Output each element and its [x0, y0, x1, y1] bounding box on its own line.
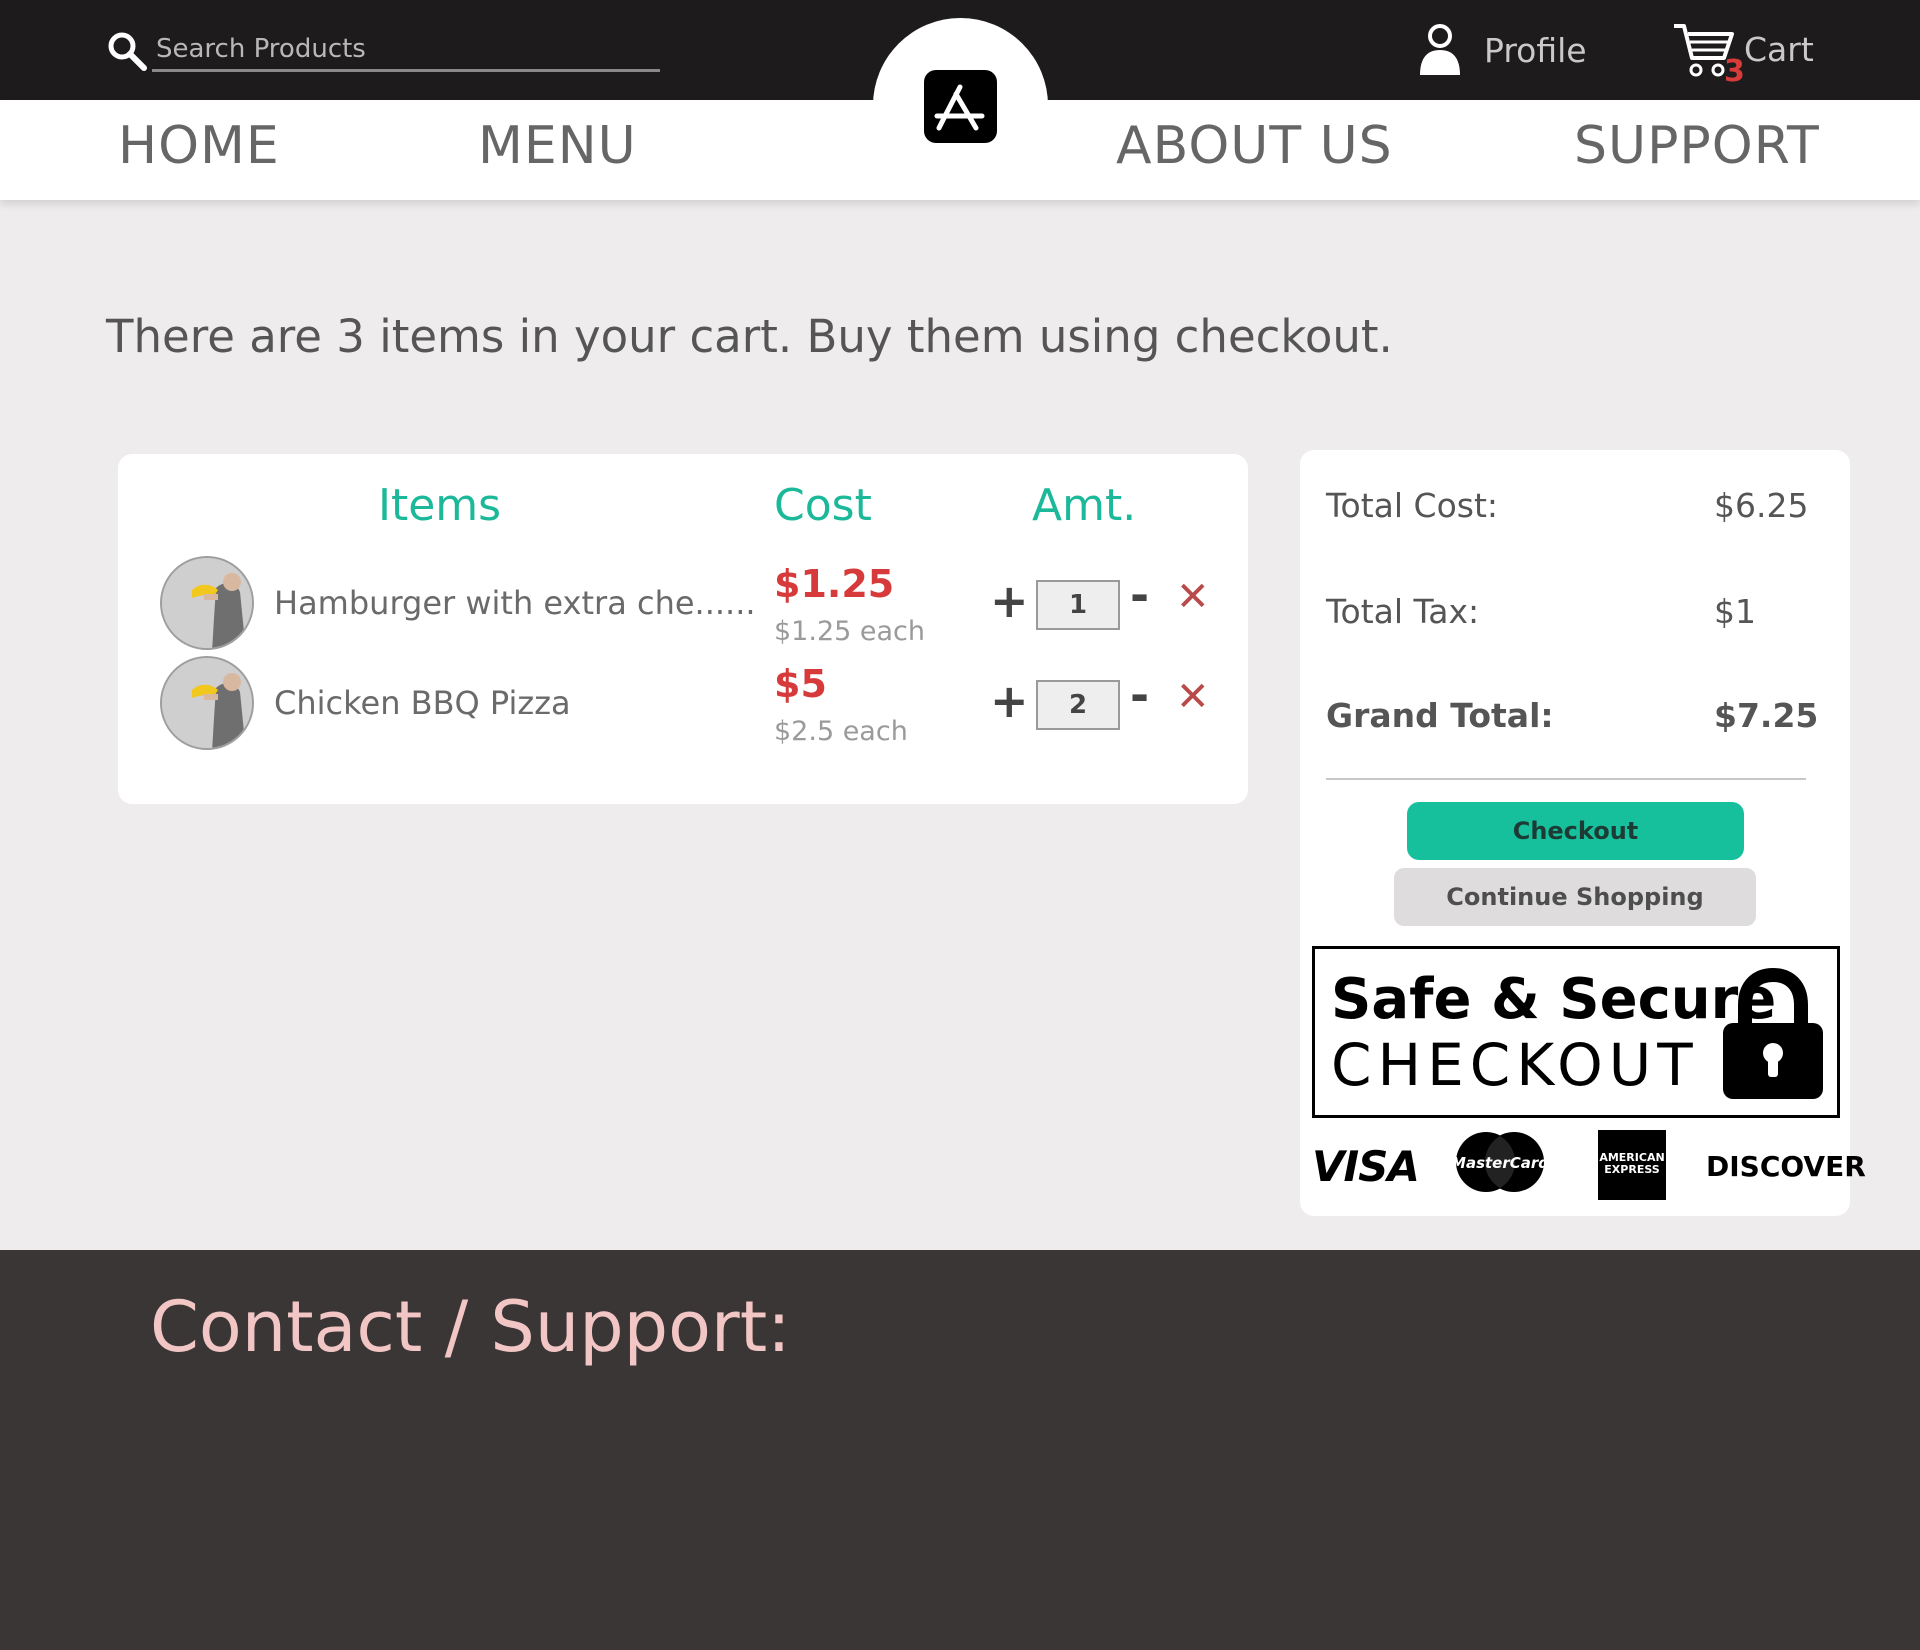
- search-bar: [106, 28, 664, 74]
- increase-qty-button[interactable]: +: [990, 674, 1029, 728]
- order-summary-card: Total Cost: $6.25 Total Tax: $1 Grand To…: [1300, 450, 1866, 1216]
- quantity-input[interactable]: [1036, 580, 1120, 630]
- footer-contact-title: Contact / Support:: [150, 1286, 791, 1368]
- item-price: $5: [774, 662, 827, 706]
- remove-item-icon[interactable]: ✕: [1176, 674, 1210, 720]
- item-name: Chicken BBQ Pizza: [274, 684, 571, 722]
- increase-qty-button[interactable]: +: [990, 574, 1029, 628]
- footer: Contact / Support:: [0, 1250, 1920, 1650]
- visa-logo: VISA: [1312, 1142, 1420, 1191]
- total-tax-value: $1: [1714, 592, 1756, 631]
- cart-count-badge: 3: [1724, 54, 1745, 89]
- app-logo: [924, 70, 997, 143]
- decrease-qty-button[interactable]: -: [1130, 568, 1149, 622]
- total-cost-value: $6.25: [1714, 486, 1809, 525]
- cart-row: Chicken BBQ Pizza $5 $2.5 each + - ✕: [118, 654, 1248, 754]
- nav-home[interactable]: HOME: [118, 116, 280, 176]
- nav-support[interactable]: SUPPORT: [1574, 116, 1820, 176]
- column-header-amt: Amt.: [1032, 480, 1137, 531]
- cart-row: Hamburger with extra che...... $1.25 $1.…: [118, 554, 1248, 654]
- continue-shopping-button[interactable]: Continue Shopping: [1394, 868, 1756, 926]
- item-thumbnail: [160, 656, 254, 750]
- payment-logos: VISA MasterCard AMERICAN EXPRESS DISCOVE…: [1312, 1130, 1866, 1202]
- item-unit-price: $2.5 each: [774, 716, 908, 747]
- nav-menu[interactable]: MENU: [478, 116, 637, 176]
- grand-total-label: Grand Total:: [1326, 696, 1554, 735]
- secure-checkout-badge: Safe & Secure CHECKOUT: [1312, 946, 1840, 1118]
- amex-logo: AMERICAN EXPRESS: [1598, 1130, 1666, 1200]
- grand-total-value: $7.25: [1714, 696, 1819, 735]
- secure-badge-subtitle: CHECKOUT: [1331, 1031, 1699, 1099]
- profile-link[interactable]: Profile: [1418, 22, 1587, 78]
- mastercard-logo-icon: MasterCard: [1452, 1132, 1548, 1192]
- summary-divider: [1326, 778, 1806, 780]
- search-input[interactable]: [152, 28, 660, 72]
- product-photo-icon: [162, 658, 252, 748]
- nav-about-us[interactable]: ABOUT US: [1116, 116, 1393, 176]
- decrease-qty-button[interactable]: -: [1130, 668, 1149, 722]
- column-header-cost: Cost: [774, 480, 872, 531]
- search-icon[interactable]: [106, 30, 148, 72]
- column-header-items: Items: [378, 480, 502, 531]
- cart-items-card: Items Cost Amt. Hamburger with extra che…: [118, 454, 1248, 804]
- item-name: Hamburger with extra che......: [274, 584, 756, 622]
- total-cost-label: Total Cost:: [1326, 486, 1499, 525]
- app-store-icon: [934, 84, 985, 131]
- item-price: $1.25: [774, 562, 895, 606]
- profile-label: Profile: [1484, 30, 1587, 70]
- cart-summary-text: There are 3 items in your cart. Buy them…: [106, 310, 1393, 363]
- cart-label: Cart: [1744, 30, 1814, 69]
- discover-logo: DISCOVER: [1706, 1150, 1866, 1183]
- product-photo-icon: [162, 558, 252, 648]
- logo-home-link[interactable]: [873, 18, 1048, 193]
- total-tax-label: Total Tax:: [1326, 592, 1480, 631]
- lock-icon: [1723, 967, 1823, 1099]
- checkout-button[interactable]: Checkout: [1407, 802, 1744, 860]
- item-unit-price: $1.25 each: [774, 616, 925, 647]
- mastercard-text: MasterCard: [1452, 1154, 1548, 1172]
- remove-item-icon[interactable]: ✕: [1176, 574, 1210, 620]
- item-thumbnail: [160, 556, 254, 650]
- secure-badge-title: Safe & Secure: [1331, 967, 1777, 1032]
- quantity-input[interactable]: [1036, 680, 1120, 730]
- user-icon: [1420, 24, 1460, 75]
